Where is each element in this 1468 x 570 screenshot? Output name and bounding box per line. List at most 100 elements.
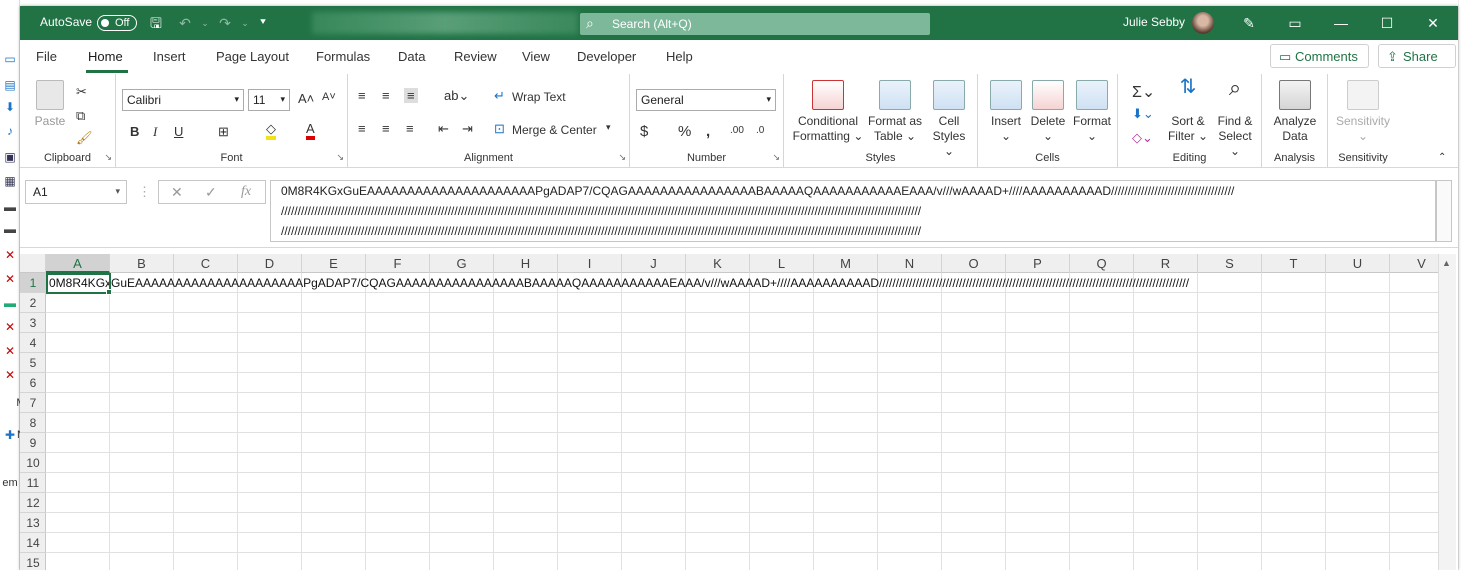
column-header[interactable]: L bbox=[750, 254, 814, 273]
enter-icon[interactable]: ✓ bbox=[205, 184, 217, 201]
tab-page-layout[interactable]: Page Layout bbox=[216, 49, 289, 64]
disconnected-drive-icon[interactable]: ✕ bbox=[3, 368, 17, 382]
fill-icon[interactable]: ⬇⌄ bbox=[1132, 106, 1154, 122]
decrease-decimal-icon[interactable]: .0 bbox=[756, 125, 764, 136]
column-header[interactable]: R bbox=[1134, 254, 1198, 273]
cut-icon[interactable]: ✂ bbox=[76, 84, 87, 100]
column-header[interactable]: N bbox=[878, 254, 942, 273]
drive-icon[interactable]: ▬ bbox=[3, 200, 17, 214]
chevron-down-icon[interactable]: ⌄ bbox=[196, 14, 214, 32]
autosum-icon[interactable]: Σ⌄ bbox=[1132, 82, 1155, 102]
column-header[interactable]: D bbox=[238, 254, 302, 273]
cell-styles-button[interactable]: Cell Styles ⌄ bbox=[926, 80, 972, 159]
tab-review[interactable]: Review bbox=[454, 49, 497, 64]
decrease-indent-icon[interactable]: ⇤ bbox=[438, 121, 449, 137]
search-box[interactable]: ⌕ Search (Alt+Q) bbox=[580, 13, 930, 35]
cancel-icon[interactable]: ✕ bbox=[171, 184, 183, 201]
cell-grid[interactable]: 0M8R4KGxGuEAAAAAAAAAAAAAAAAAAAAAPgADAP7/… bbox=[46, 273, 1438, 570]
formula-input[interactable]: 0M8R4KGxGuEAAAAAAAAAAAAAAAAAAAAAPgADAP7/… bbox=[270, 180, 1436, 242]
ribbon-display-icon[interactable]: ▭ bbox=[1286, 14, 1304, 32]
undo-icon[interactable]: ↶ bbox=[176, 14, 194, 32]
document-icon[interactable]: ▤ bbox=[3, 78, 17, 92]
orientation-icon[interactable]: ab⌄ bbox=[444, 88, 469, 104]
picture-icon[interactable]: ▣ bbox=[3, 150, 17, 164]
row-header[interactable]: 14 bbox=[20, 533, 46, 553]
column-header[interactable]: O bbox=[942, 254, 1006, 273]
monitor-icon[interactable]: ▭ bbox=[3, 52, 17, 66]
column-header[interactable]: B bbox=[110, 254, 174, 273]
font-name-select[interactable]: Calibri ▾ bbox=[122, 89, 244, 111]
row-header[interactable]: 9 bbox=[20, 433, 46, 453]
tab-formulas[interactable]: Formulas bbox=[316, 49, 370, 64]
italic-icon[interactable]: I bbox=[153, 124, 157, 140]
autosave-toggle[interactable]: Off bbox=[97, 15, 137, 31]
column-header[interactable]: M bbox=[814, 254, 878, 273]
column-header[interactable]: E bbox=[302, 254, 366, 273]
name-box[interactable]: A1 ▾ bbox=[25, 180, 127, 204]
select-all-corner[interactable] bbox=[20, 254, 46, 273]
row-header[interactable]: 6 bbox=[20, 373, 46, 393]
video-icon[interactable]: ▦ bbox=[3, 174, 17, 188]
align-left-icon[interactable]: ≡ bbox=[358, 121, 366, 136]
paste-button[interactable]: Paste bbox=[28, 80, 72, 129]
format-as-table-button[interactable]: Format as Table ⌄ bbox=[868, 80, 922, 144]
tab-insert[interactable]: Insert bbox=[153, 49, 186, 64]
number-format-select[interactable]: General ▾ bbox=[636, 89, 776, 111]
maximize-icon[interactable]: ☐ bbox=[1378, 14, 1396, 32]
merge-icon[interactable]: ⊡ bbox=[494, 121, 505, 137]
font-color-icon[interactable]: A bbox=[306, 122, 315, 140]
column-header[interactable]: P bbox=[1006, 254, 1070, 273]
tab-view[interactable]: View bbox=[522, 49, 550, 64]
share-button[interactable]: ⇪ Share bbox=[1378, 44, 1456, 68]
row-header[interactable]: 15 bbox=[20, 553, 46, 570]
column-header[interactable]: S bbox=[1198, 254, 1262, 273]
dialog-launcher-icon[interactable]: ↘ bbox=[104, 152, 112, 163]
copy-icon[interactable]: ⧉ bbox=[76, 108, 85, 124]
music-icon[interactable]: ♪ bbox=[3, 124, 17, 138]
align-right-icon[interactable]: ≡ bbox=[406, 121, 414, 136]
fill-handle[interactable] bbox=[106, 289, 112, 295]
vertical-scrollbar[interactable]: ▲ bbox=[1438, 254, 1456, 570]
column-header[interactable]: G bbox=[430, 254, 494, 273]
tab-help[interactable]: Help bbox=[666, 49, 693, 64]
tab-home[interactable]: Home bbox=[88, 49, 123, 64]
close-icon[interactable]: ✕ bbox=[1424, 14, 1442, 32]
column-header[interactable]: Q bbox=[1070, 254, 1134, 273]
collapse-ribbon-icon[interactable]: ⌃ bbox=[1438, 152, 1446, 163]
find-select-button[interactable]: ⌕ Find & Select ⌄ bbox=[1212, 77, 1258, 159]
format-painter-icon[interactable]: 🖌 bbox=[76, 130, 93, 146]
sort-filter-button[interactable]: ⇅ Sort & Filter ⌄ bbox=[1166, 77, 1210, 144]
fill-color-icon[interactable]: ◇ bbox=[266, 122, 276, 140]
scroll-up-icon[interactable]: ▲ bbox=[1442, 258, 1451, 268]
delete-cells-button[interactable]: Delete ⌄ bbox=[1028, 80, 1068, 144]
download-icon[interactable]: ⬇ bbox=[3, 100, 17, 114]
formula-scrollbar[interactable] bbox=[1436, 180, 1452, 242]
bold-icon[interactable]: B bbox=[130, 124, 139, 139]
insert-function-button[interactable]: fx bbox=[241, 184, 251, 200]
analyze-data-button[interactable]: Analyze Data bbox=[1268, 80, 1322, 144]
bottom-align-icon[interactable]: ≡ bbox=[404, 88, 418, 103]
column-header[interactable]: K bbox=[686, 254, 750, 273]
font-size-select[interactable]: 11 ▾ bbox=[248, 89, 290, 111]
row-header[interactable]: 5 bbox=[20, 353, 46, 373]
top-align-icon[interactable]: ≡ bbox=[358, 88, 366, 103]
conditional-formatting-button[interactable]: Conditional Formatting ⌄ bbox=[792, 80, 864, 144]
underline-icon[interactable]: U bbox=[174, 124, 183, 139]
redo-icon[interactable]: ↷ bbox=[216, 14, 234, 32]
middle-align-icon[interactable]: ≡ bbox=[382, 88, 390, 103]
column-header[interactable]: A bbox=[46, 254, 110, 273]
column-header[interactable]: C bbox=[174, 254, 238, 273]
row-header[interactable]: 8 bbox=[20, 413, 46, 433]
sensitivity-button[interactable]: Sensitivity ⌄ bbox=[1334, 80, 1392, 144]
increase-indent-icon[interactable]: ⇥ bbox=[462, 121, 473, 137]
avatar[interactable] bbox=[1192, 12, 1214, 34]
dialog-launcher-icon[interactable]: ↘ bbox=[618, 152, 626, 163]
grow-font-icon[interactable]: A˄ bbox=[298, 91, 314, 106]
row-header[interactable]: 7 bbox=[20, 393, 46, 413]
column-header[interactable]: F bbox=[366, 254, 430, 273]
customize-toolbar-icon[interactable]: ⯆ bbox=[254, 14, 272, 32]
center-icon[interactable]: ≡ bbox=[382, 121, 390, 136]
comments-button[interactable]: ▭ Comments bbox=[1270, 44, 1369, 68]
wrap-text-button[interactable]: Wrap Text bbox=[512, 90, 566, 104]
row-header[interactable]: 4 bbox=[20, 333, 46, 353]
